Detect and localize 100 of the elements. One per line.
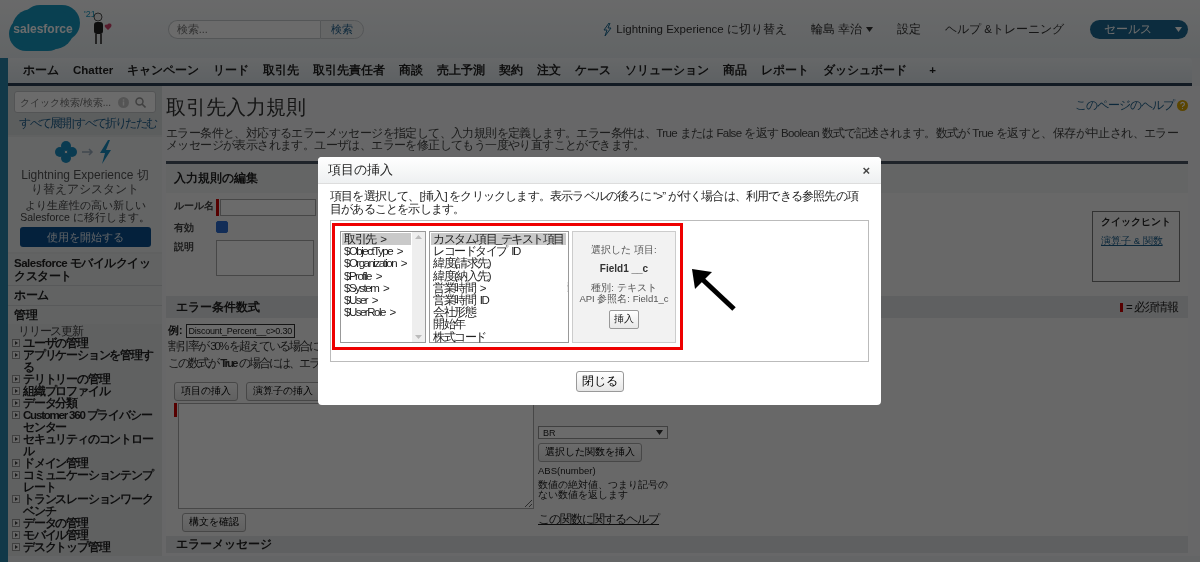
description-field[interactable] [216,240,314,276]
list-option[interactable]: $ObjectType > [342,245,411,258]
function-select[interactable]: BR [538,426,668,439]
list-option[interactable]: 緯度(請求先) [431,257,566,270]
nav-tab[interactable]: 売上予測 [430,58,493,83]
field-list[interactable]: カスタム項目_テキスト項目 レコードタイプ ID 緯度(請求先) 緯度(納入先) 営業時間 > 営業時間 ID 会社形態 開始年 株式コード [429,231,569,343]
example-label: 例: [168,324,183,338]
nav-tab[interactable]: 契約 [492,58,531,83]
section-title: エラーメッセージ [176,536,272,553]
rule-name-field[interactable] [220,199,316,216]
nav-tab[interactable]: ソリューション [618,58,717,83]
field-type: 種別: テキスト [590,282,658,293]
list-option[interactable]: 株式コード [431,330,566,343]
list-option[interactable]: カスタム項目_テキスト項目 [431,233,566,246]
hint-link[interactable]: 演算子 & 関数 [1101,235,1171,248]
nav-tab[interactable]: 取引先 [256,58,307,83]
api-name: API 参照名: Field1_c [578,293,670,304]
expander-icon[interactable] [12,495,20,503]
nav-tab[interactable]: リード [206,58,257,83]
sidebar-link[interactable]: 組織プロファイル [23,385,110,397]
example-formula: Discount_Percent__c>0.30 [185,324,296,338]
nav-tab[interactable]: Chatter [66,58,121,83]
list-option[interactable]: $System > [342,281,411,294]
sidebar-link[interactable]: Customer 360 プライバシーセンター [23,409,160,433]
close-button[interactable]: × [859,162,873,178]
expander-icon[interactable] [12,519,20,527]
insert-button[interactable]: 挿入 [609,310,639,329]
expander-icon[interactable] [12,399,20,407]
nav-tab[interactable]: レポート [754,58,817,83]
field-label: ルール名 [174,199,215,213]
collapse-all-link[interactable]: すべて折りたたむ [74,117,156,129]
list-option[interactable]: 緯度(納入先) [431,269,566,282]
list-option[interactable]: 取引先 > [342,233,411,246]
list-option[interactable]: $Profile > [342,269,411,282]
check-syntax-button[interactable]: 構文を確認 [182,513,246,532]
dialog-title: 項目の挿入 [328,161,393,179]
list-option[interactable]: 開始年 [431,318,566,331]
expander-icon[interactable] [12,351,20,359]
help-icon [1177,100,1188,111]
sidebar-section-header[interactable]: Salesforce モバイルクイックスタート [8,254,162,286]
expander-icon[interactable] [12,435,20,443]
function-help-link[interactable]: この関数に関するヘルプ [538,512,668,527]
sidebar-link[interactable]: データ分類 [23,397,77,409]
header-link[interactable]: ヘルプ &トレーニング [945,21,1064,37]
header-link[interactable]: 設定 [897,21,922,37]
list-option[interactable]: 営業時間 > [431,281,566,294]
sidebar-link[interactable]: コミュニケーションテンプレート [23,469,160,493]
sidebar-link[interactable]: ユーザの管理 [23,337,88,349]
get-started-button[interactable]: 使用を開始する [19,227,151,247]
expander-icon[interactable] [12,411,20,419]
list-option[interactable]: $UserRole > [342,306,411,319]
function-signature: ABS(number) [538,466,597,476]
nav-tab[interactable]: キャンペーン [120,58,207,83]
sidebar-link[interactable]: セキュリティのコントロール [23,433,160,457]
nav-tab[interactable]: 注文 [530,58,569,83]
close-dialog-button[interactable]: 閉じる [575,371,624,392]
search-button[interactable]: 検索 [319,19,364,39]
header-link[interactable]: Lightning Experience に切り替え [603,21,787,37]
selected-field-name: Field1 __c [598,263,650,274]
app-menu-button[interactable]: セールス [1090,19,1188,39]
expand-all-link[interactable]: すべて展開 [19,117,71,129]
nav-tab[interactable]: 商品 [716,58,755,83]
expander-icon[interactable] [12,339,20,347]
list-option[interactable]: 会社形態 [431,306,566,319]
sidebar-link[interactable]: データの管理 [23,517,88,529]
sidebar-link[interactable]: リリース更新 [18,325,83,337]
sidebar-link[interactable]: ドメイン管理 [23,457,88,469]
field-list[interactable]: 取引先 > $ObjectType > $Organization > $Profile > $System > $User > $UserRole > [340,231,426,343]
nav-tab[interactable]: ケース [568,58,619,83]
expander-icon[interactable] [12,387,20,395]
sidebar-link[interactable]: アプリケーションを管理する [23,349,160,373]
list-option[interactable]: 営業時間 ID [431,293,566,307]
nav-tab[interactable]: ダッシュボード [816,58,915,83]
expander-icon[interactable] [12,375,20,383]
user-menu[interactable]: 輪島 幸治 [810,21,874,37]
nav-tab[interactable]: 商談 [392,58,431,83]
list-option[interactable]: $User > [342,293,411,307]
expander-icon[interactable] [12,471,20,479]
checkbox[interactable] [216,221,228,233]
list-option[interactable]: $Organization > [342,257,411,270]
nav-tab[interactable]: ホーム [16,58,66,83]
scrollbar[interactable] [412,232,425,342]
insert-field-button[interactable]: 項目の挿入 [174,382,238,401]
add-tab-button[interactable]: + [922,58,943,83]
expander-icon[interactable] [12,459,20,467]
nav-tab[interactable]: 取引先責任者 [306,58,393,83]
link-separator: | [71,117,74,129]
expander-icon[interactable] [12,543,20,551]
list-option[interactable]: レコードタイプ ID [431,245,566,258]
help-link[interactable]: このページのヘルプ [1075,98,1174,113]
caret-icon [866,26,874,32]
sidebar-link[interactable]: モバイル管理 [23,529,88,541]
lightning-bolt-icon [603,22,613,36]
sidebar-link[interactable]: テリトリーの管理 [23,373,110,385]
function-description: 数値の絶対値、つまり記号のない数値を返します [538,480,668,500]
expander-icon[interactable] [12,531,20,539]
sidebar-link[interactable]: デスクトップ管理 [23,541,110,553]
insert-function-button[interactable]: 選択した関数を挿入 [538,443,642,462]
caret-icon [1175,26,1182,32]
sidebar-link[interactable]: トランスレーションワークベンチ [23,493,160,517]
